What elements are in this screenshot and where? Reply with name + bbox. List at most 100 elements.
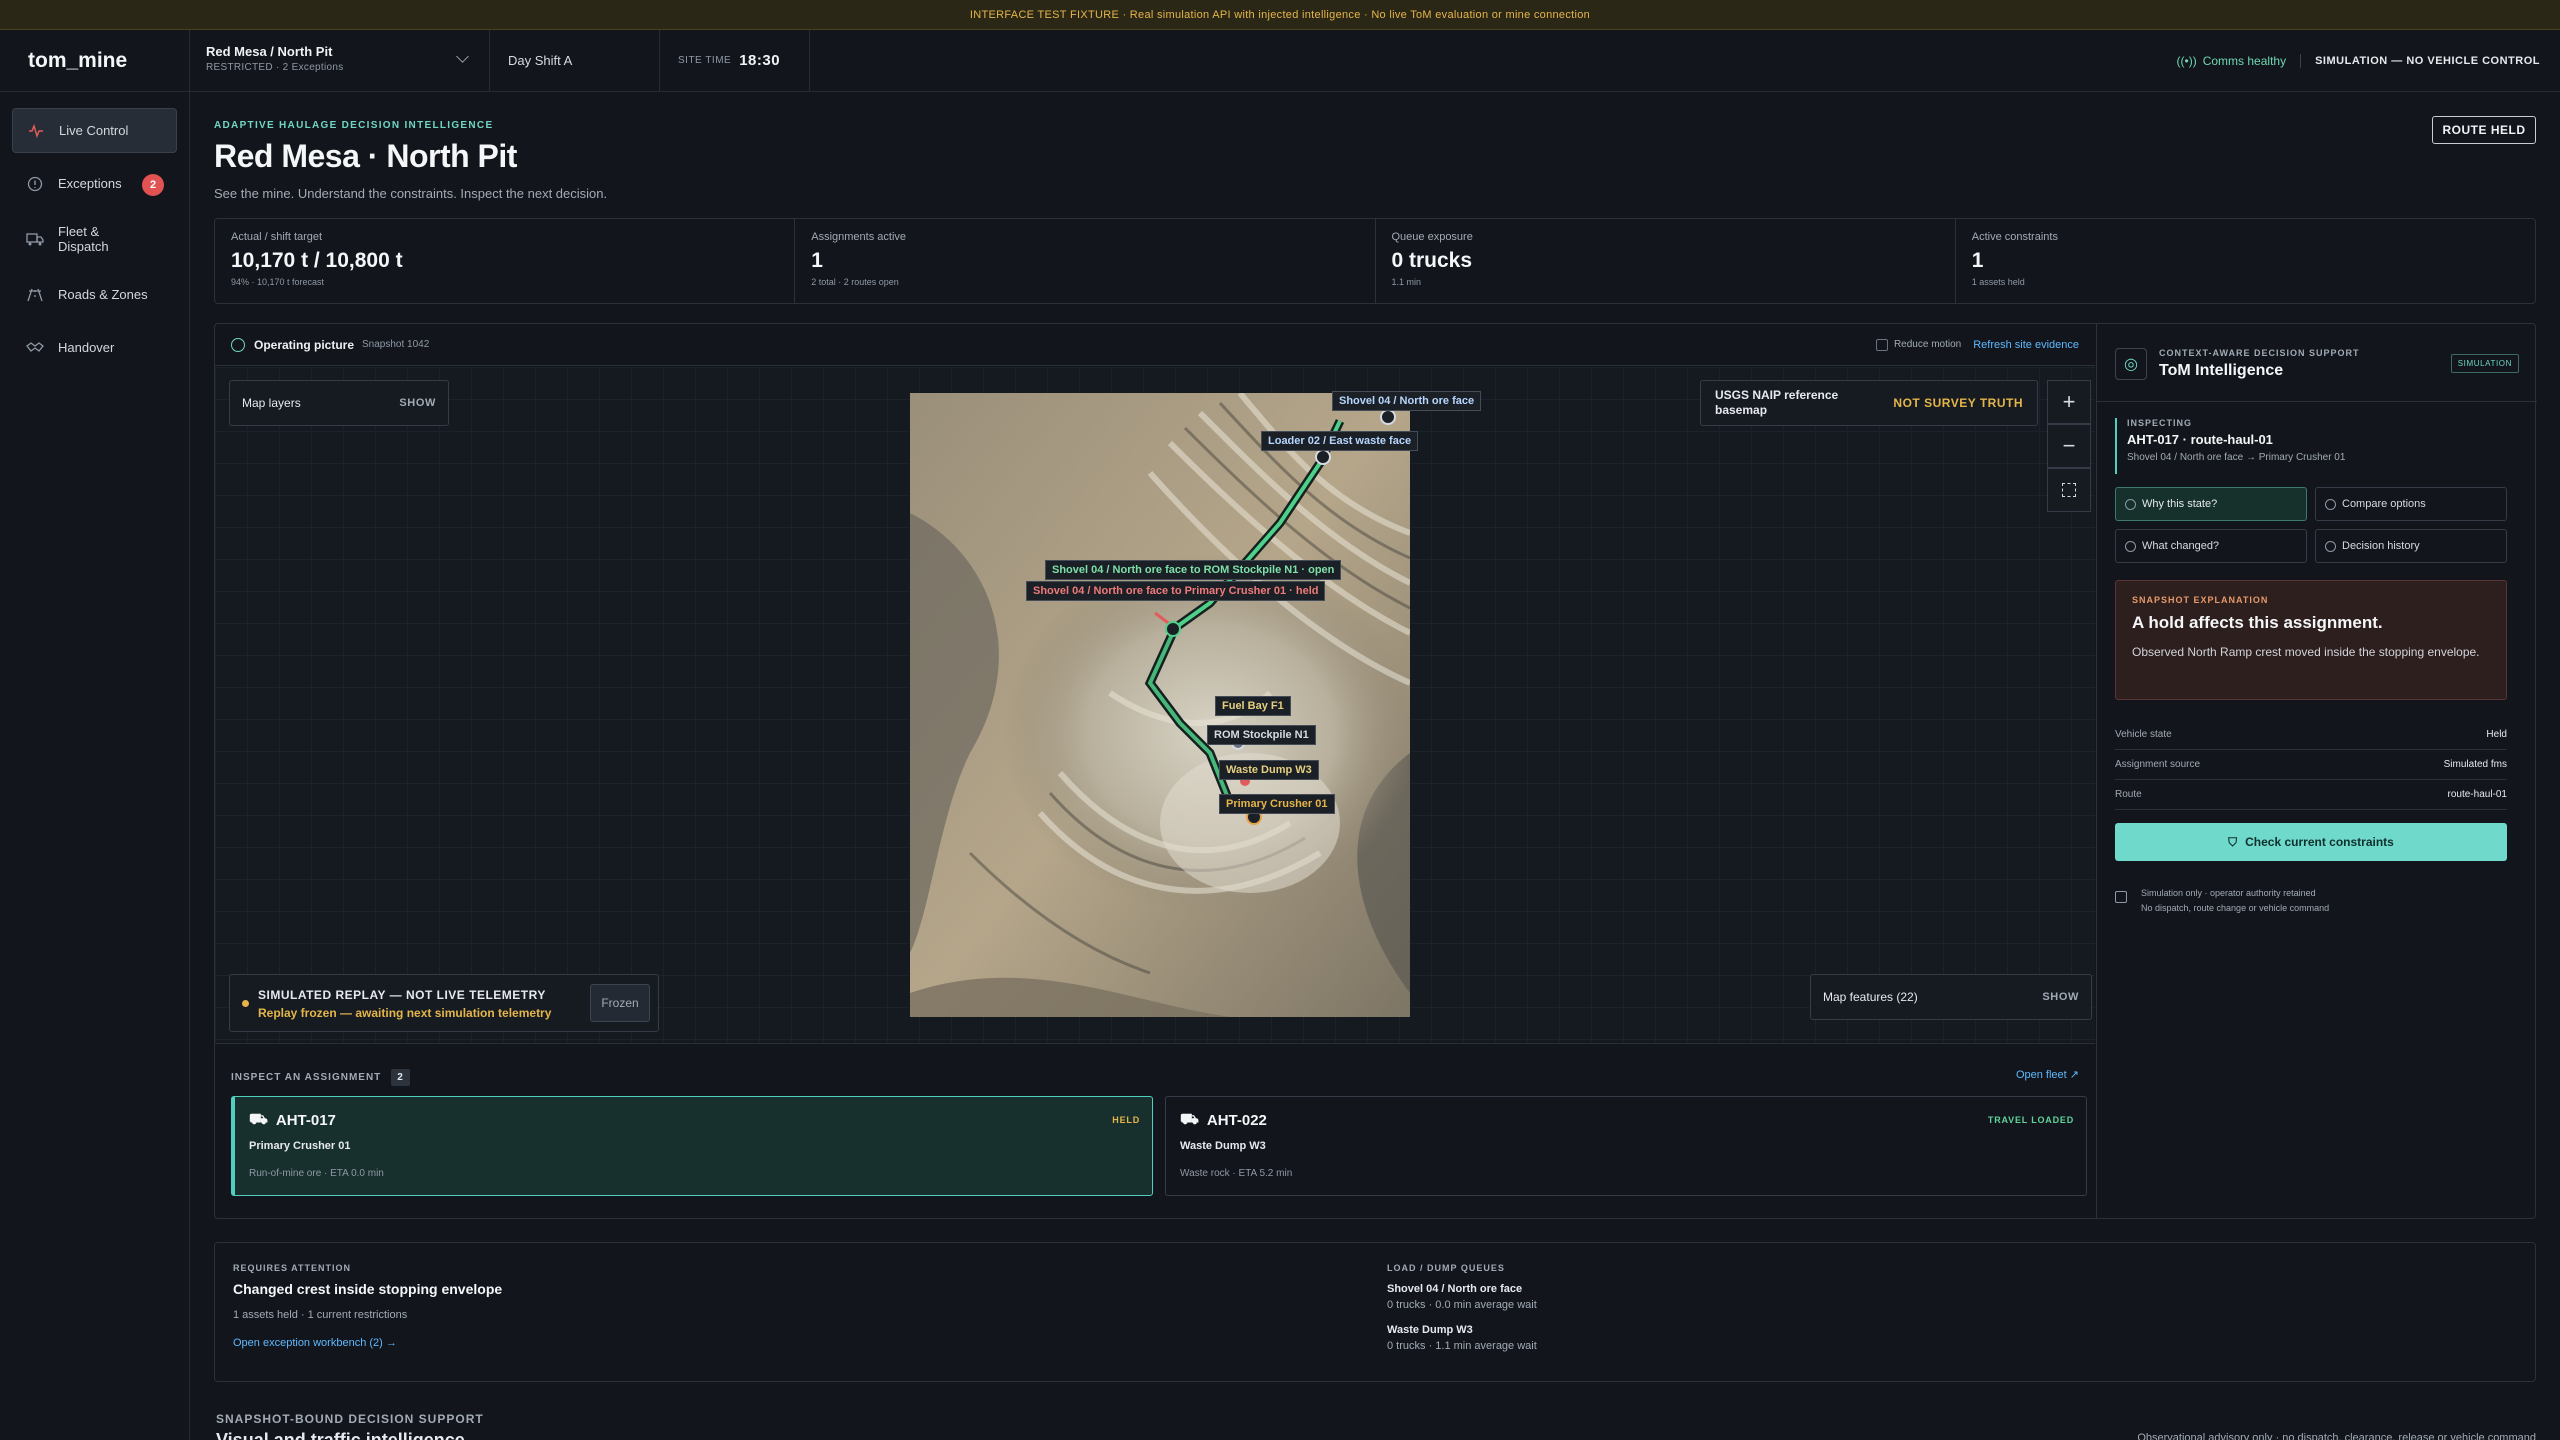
replay-status: SIMULATED REPLAY — NOT LIVE TELEMETRY Re… (229, 974, 659, 1032)
site-time-value: 18:30 (739, 52, 781, 69)
replay-message: Replay frozen — awaiting next simulation… (258, 1006, 552, 1020)
expand-icon (2062, 483, 2076, 497)
road-icon (26, 286, 44, 304)
simulation-badge: SIMULATION (2450, 354, 2519, 373)
map-label-loader[interactable]: Loader 02 / East waste face (1261, 431, 1419, 451)
main-content: ADAPTIVE HAULAGE DECISION INTELLIGENCE R… (190, 92, 2560, 1440)
what-changed-button[interactable]: What changed? (2115, 529, 2307, 563)
page-eyebrow: ADAPTIVE HAULAGE DECISION INTELLIGENCE (214, 120, 494, 131)
zoom-in-button[interactable]: + (2047, 380, 2091, 424)
authority-note: Simulation only · operator authority ret… (2141, 886, 2329, 916)
map-label-rom[interactable]: ROM Stockpile N1 (1207, 725, 1316, 745)
map-label-dump[interactable]: Waste Dump W3 (1219, 760, 1319, 780)
map-layers-label: Map layers (242, 396, 301, 410)
check-constraints-button[interactable]: ⛉ Check current constraints (2115, 823, 2507, 861)
button-label: Compare options (2342, 498, 2426, 510)
map-label-route-held[interactable]: Shovel 04 / North ore face to Primary Cr… (1026, 581, 1326, 601)
map-label-route-open[interactable]: Shovel 04 / North ore face to ROM Stockp… (1045, 560, 1342, 580)
inspect-title: INSPECT AN ASSIGNMENT (231, 1072, 382, 1083)
map-layers-control[interactable]: Map layers SHOW (229, 380, 449, 426)
truck-icon (26, 230, 44, 248)
operating-picture-title: Operating picture (254, 337, 355, 352)
shovel-marker[interactable] (1380, 409, 1396, 425)
exceptions-badge: 2 (142, 174, 164, 196)
queue-item: Waste Dump W3 0 trucks · 1.1 min average … (1387, 1324, 1537, 1352)
map-label-fuel[interactable]: Fuel Bay F1 (1215, 696, 1291, 716)
truck-marker[interactable] (1165, 621, 1181, 637)
nav-handover[interactable]: Handover (12, 325, 177, 370)
checkbox-icon[interactable] (1875, 338, 1888, 351)
zoom-out-button[interactable]: − (2047, 424, 2091, 468)
stat-label: Assignments active (811, 231, 907, 243)
map-features-show[interactable]: SHOW (2042, 991, 2079, 1003)
operating-picture-header: Operating picture Snapshot 1042 Reduce m… (215, 324, 2095, 366)
footer-note: Observational advisory only · no dispatc… (2137, 1432, 2536, 1440)
assignment-card-aht-022[interactable]: ⛟ AHT-022 TRAVEL LOADED Waste Dump W3 Was… (1165, 1096, 2087, 1196)
branch-icon (2325, 499, 2336, 510)
stat-queue-exposure: Queue exposure 0 trucks 1.1 min (1376, 219, 1956, 303)
nav-label: Live Control (59, 123, 129, 138)
compare-options-button[interactable]: Compare options (2315, 487, 2507, 521)
stat-value: 1 (811, 249, 823, 272)
nav-fleet-dispatch[interactable]: Fleet & Dispatch (12, 214, 177, 264)
nav-label: Exceptions (58, 176, 122, 191)
nav-label: Fleet & Dispatch (58, 224, 109, 254)
reduce-motion-toggle[interactable]: Reduce motion (1875, 338, 1962, 351)
nav-roads-zones[interactable]: Roads & Zones (12, 272, 177, 317)
assignment-destination: Waste Dump W3 (1180, 1140, 1266, 1152)
why-this-state-button[interactable]: Why this state? (2115, 487, 2307, 521)
open-fleet-link[interactable]: Open fleet ↗ (2016, 1068, 2079, 1081)
note-line-1: Simulation only · operator authority ret… (2141, 888, 2316, 898)
assignment-status: TRAVEL LOADED (1987, 1115, 2074, 1125)
signal-icon: ((•)) (2176, 53, 2197, 68)
page-subtitle: See the mine. Understand the constraints… (214, 186, 608, 201)
nav-live-control[interactable]: Live Control (12, 108, 177, 153)
operating-picture-panel: Operating picture Snapshot 1042 Reduce m… (214, 323, 2537, 1219)
map-label-crusher[interactable]: Primary Crusher 01 (1219, 794, 1335, 814)
nav-exceptions[interactable]: Exceptions 2 (12, 161, 177, 206)
queues-eyebrow: LOAD / DUMP QUEUES (1387, 1263, 1505, 1273)
site-time-label: SITE TIME (678, 55, 732, 66)
assignment-card-aht-017[interactable]: ⛟ AHT-017 HELD Primary Crusher 01 Run-of-… (231, 1096, 1153, 1196)
open-exception-link[interactable]: Open exception workbench (2) → (233, 1337, 397, 1349)
note-line-2: No dispatch, route change or vehicle com… (2141, 903, 2330, 913)
map-label-shovel[interactable]: Shovel 04 / North ore face (1332, 391, 1482, 411)
site-selector[interactable]: Red Mesa / North Pit RESTRICTED · 2 Exce… (190, 29, 490, 92)
stat-sub: 94% · 10,170 t forecast (231, 277, 325, 287)
button-label: What changed? (2142, 540, 2220, 552)
shift-selector[interactable]: Day Shift A (490, 29, 660, 92)
shield-icon: ⛉ (2228, 834, 2238, 849)
decision-history-button[interactable]: Decision history (2315, 529, 2507, 563)
loader-marker[interactable] (1315, 449, 1331, 465)
frozen-button[interactable]: Frozen (590, 984, 650, 1022)
kv-value: route-haul-01 (2447, 789, 2507, 800)
map-canvas[interactable]: Map layers SHOW Shovel 04 / North ore fa… (215, 367, 2095, 1042)
kv-key: Vehicle state (2115, 729, 2172, 740)
comms-label: Comms healthy (2202, 53, 2287, 68)
stat-sub: 2 total · 2 routes open (811, 277, 899, 287)
kv-route: Route route-haul-01 (2115, 780, 2507, 810)
fullscreen-button[interactable] (2047, 468, 2091, 512)
queue-detail: 0 trucks · 0.0 min average wait (1387, 1299, 1537, 1311)
page-title: Red Mesa · North Pit (214, 138, 517, 174)
refresh-evidence-link[interactable]: Refresh site evidence (1973, 339, 2079, 351)
map-layers-show[interactable]: SHOW (399, 397, 436, 409)
tom-title: ToM Intelligence (2159, 362, 2284, 379)
lock-icon (2115, 891, 2127, 903)
stat-value: 0 trucks (1391, 249, 1473, 272)
basemap-source: USGS NAIP reference basemap NOT SURVEY TR… (1700, 380, 2038, 426)
attention-panel: REQUIRES ATTENTION Changed crest inside … (214, 1242, 2536, 1382)
handshake-icon (26, 339, 44, 357)
button-label: Why this state? (2142, 498, 2218, 510)
assignment-destination: Primary Crusher 01 (249, 1140, 351, 1152)
kv-value: Held (2486, 729, 2507, 740)
reduce-motion-label: Reduce motion (1893, 339, 1962, 350)
site-time: SITE TIME 18:30 (660, 29, 810, 92)
truck-icon: ⛟ (1180, 1111, 1199, 1128)
map-features-control[interactable]: Map features (22) SHOW (1810, 974, 2092, 1020)
layers-icon (2325, 541, 2336, 552)
route-held-button[interactable]: ROUTE HELD (2432, 116, 2536, 144)
explanation-label: SNAPSHOT EXPLANATION (2132, 595, 2269, 605)
satellite-basemap[interactable] (910, 393, 1410, 1017)
history-icon (2125, 541, 2136, 552)
